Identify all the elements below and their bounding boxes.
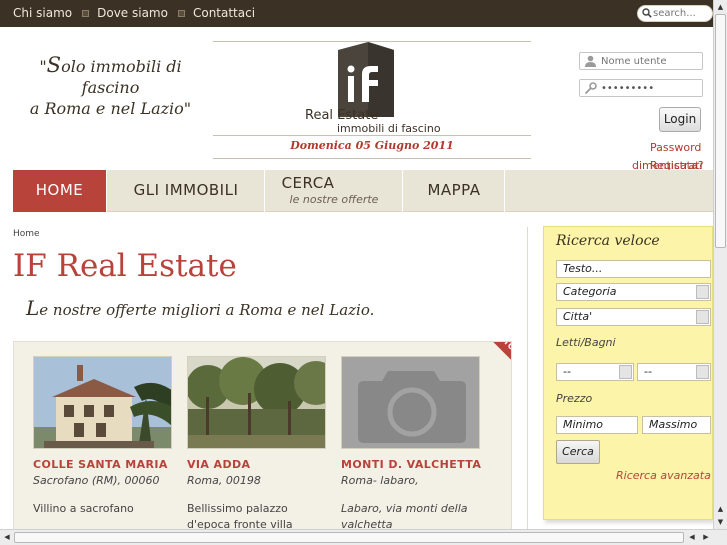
slogan-line-3: a Roma e nel Lazio" [29,99,192,118]
featured-offers: TOP COLLE SANTA MARIA Sacrofano (RM), 00… [13,341,512,537]
nav-separator [82,9,90,17]
search-input[interactable] [653,6,713,21]
menu-item-mappa[interactable]: MAPPA [404,170,505,212]
menu-item-label: HOME [35,181,84,199]
search-box [637,5,713,22]
property-photo[interactable] [33,356,172,449]
quick-search-title: Ricerca veloce [556,233,660,249]
password-input[interactable] [601,81,700,95]
top-nav-contattaci[interactable]: Contattaci [193,6,255,20]
divider [213,135,531,136]
page-subtitle: Le nostre offerte migliori a Roma e nel … [26,296,374,320]
nav-separator [177,9,185,17]
price-label: Prezzo [556,392,593,405]
dropdown-arrow-icon [696,365,709,379]
scroll-up-icon[interactable]: ▲ [715,1,726,13]
scroll-up-icon[interactable]: ▲ [715,503,726,515]
search-icon [642,8,652,18]
key-icon [584,82,597,94]
top-nav-dove-siamo[interactable]: Dove siamo [97,6,168,20]
current-date: Domenica 05 Giugno 2011 [290,139,454,152]
property-photo[interactable] [187,356,326,449]
top-ribbon: TOP [479,342,511,379]
dropdown-arrow-icon [696,285,709,299]
top-bar: Chi siamo Dove siamo Contattaci [0,0,713,27]
baths-select-value: -- [644,365,652,378]
subtitle-text: e nostre offerte migliori a Roma e nel L… [39,301,375,319]
price-max-input[interactable]: Massimo [642,416,711,434]
offer-card[interactable]: COLLE SANTA MARIA Sacrofano (RM), 00060 … [33,356,173,517]
dropdown-arrow-icon [619,365,632,379]
slogan-quote: " [39,57,47,76]
vertical-scroll-thumb[interactable] [715,14,726,248]
offer-card[interactable]: MONTI D. VALCHETTA Roma- labaro, Labaro,… [341,356,481,533]
logo-if-mark[interactable] [338,42,394,117]
property-photo-placeholder[interactable] [341,356,480,449]
horizontal-scroll-thumb[interactable] [14,532,684,543]
beds-select[interactable]: -- [556,363,634,381]
main-menu: HOME GLI IMMOBILI CERCA le nostre offert… [13,170,713,212]
menu-item-label: CERCA [281,174,335,192]
camera-icon [342,357,479,448]
city-select[interactable]: Citta' [556,308,711,326]
vertical-scrollbar[interactable]: ▲ ▲ ▼ [713,0,727,529]
scroll-right-icon[interactable]: ▶ [700,532,712,543]
offer-card[interactable]: VIA ADDA Roma, 00198 Bellissimo palazzo … [187,356,327,536]
logo-area: Real Estate immobili di fascino Domenica… [213,41,531,159]
price-min-input[interactable]: Minimo [556,416,638,434]
quick-search-button[interactable]: Cerca [556,440,600,464]
slogan-initial: S [46,53,62,77]
menu-item-sublabel: le nostre offerte [289,193,379,206]
advanced-search-link[interactable]: Ricerca avanzata [616,469,711,482]
search-text-input[interactable]: Testo... [556,260,711,278]
username-field [579,52,703,70]
username-input[interactable] [601,54,700,68]
baths-select[interactable]: -- [637,363,711,381]
scroll-left-icon[interactable]: ◀ [1,532,13,543]
offer-location: Roma, 00198 [187,474,261,487]
menu-item-cerca[interactable]: CERCA le nostre offerte [266,170,403,212]
beds-baths-label: Letti/Bagni [556,336,616,349]
city-select-value: Citta' [563,310,593,323]
slogan: "Solo immobili di fascino a Roma e nel L… [18,55,203,119]
scroll-left-icon[interactable]: ◀ [686,532,698,543]
villa-photo-illustration [34,357,171,448]
subtitle-initial: L [26,296,40,320]
offer-title[interactable]: COLLE SANTA MARIA [33,458,173,471]
slogan-line-2: fascino [81,78,140,97]
offer-title[interactable]: MONTI D. VALCHETTA [341,458,481,471]
top-nav-chi-siamo[interactable]: Chi siamo [13,6,72,20]
horizontal-scrollbar[interactable]: ◀ ◀ ▶ [0,529,727,545]
menu-item-home[interactable]: HOME [13,170,107,212]
forgot-password-link[interactable]: Password [650,141,701,154]
beds-select-value: -- [563,365,571,378]
user-icon [585,55,596,67]
top-nav: Chi siamo Dove siamo Contattaci [13,6,255,20]
scroll-down-icon[interactable]: ▼ [715,516,726,528]
column-divider [527,227,528,537]
category-select-value: Categoria [563,285,617,298]
category-select[interactable]: Categoria [556,283,711,301]
brand-tagline: immobili di fascino [337,122,441,135]
dropdown-arrow-icon [696,310,709,324]
offer-location: Roma- labaro, [341,474,419,487]
trees-photo-illustration [188,357,325,448]
offer-title[interactable]: VIA ADDA [187,458,327,471]
quick-search-panel: Ricerca veloce Testo... Categoria Citta'… [543,226,713,520]
brand-name: Real Estate [305,108,379,123]
slogan-line-1: olo immobili di [61,57,182,76]
offer-location: Sacrofano (RM), 00060 [33,474,160,487]
menu-item-label: MAPPA [427,181,481,199]
offer-description: Villino a sacrofano [33,502,134,515]
login-button[interactable]: Login [659,107,701,132]
password-field [579,79,703,97]
page-title: IF Real Estate [13,248,237,284]
divider [213,158,531,159]
breadcrumb[interactable]: Home [13,229,40,239]
